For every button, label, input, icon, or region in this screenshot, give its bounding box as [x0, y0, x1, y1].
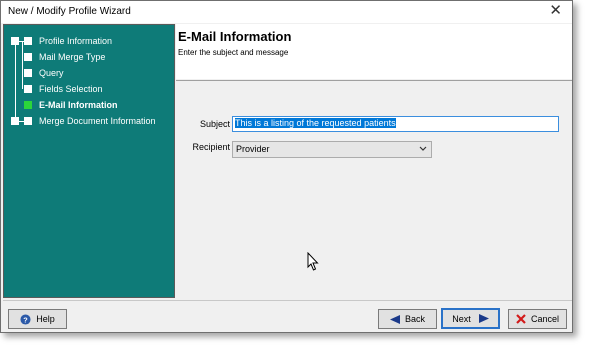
step-email-information[interactable]: E-Mail Information — [39, 100, 118, 110]
cancel-label: Cancel — [530, 314, 559, 324]
subject-value: This is a listing of the requested patie… — [235, 118, 396, 128]
chevron-down-icon[interactable] — [419, 143, 427, 157]
next-button[interactable]: Next — [441, 308, 500, 329]
recipient-label: Recipient — [192, 142, 230, 152]
window-title: New / Modify Profile Wizard — [8, 6, 131, 17]
mouse-cursor-icon — [307, 251, 319, 274]
tree-connector — [22, 41, 23, 89]
help-icon: ? — [20, 313, 31, 325]
wizard-window: New / Modify Profile Wizard ✕ Profile In… — [0, 0, 573, 333]
step-mail-merge-type[interactable]: Mail Merge Type — [39, 52, 105, 62]
recipient-value: Provider — [236, 144, 270, 154]
help-button[interactable]: ? Help — [8, 309, 67, 329]
wizard-steps-sidebar: Profile Information Mail Merge Type Quer… — [3, 24, 175, 298]
step-header: E-Mail Information Enter the subject and… — [176, 24, 572, 79]
back-button[interactable]: Back — [378, 309, 437, 329]
arrow-right-icon — [478, 314, 489, 323]
step-box — [24, 53, 32, 61]
back-label: Back — [404, 314, 425, 324]
help-label: Help — [36, 314, 55, 324]
subject-label: Subject — [199, 119, 230, 129]
tree-connector — [15, 41, 16, 121]
page-title: E-Mail Information — [178, 29, 292, 44]
step-box-active — [24, 101, 32, 109]
step-box — [24, 117, 32, 125]
step-box — [24, 69, 32, 77]
next-label: Next — [452, 313, 471, 324]
step-box — [11, 117, 19, 125]
recipient-select[interactable]: Provider — [232, 141, 432, 158]
close-icon[interactable]: ✕ — [549, 3, 562, 19]
cancel-x-icon — [516, 314, 526, 324]
step-query[interactable]: Query — [39, 68, 64, 78]
step-box — [11, 37, 19, 45]
step-merge-document-information[interactable]: Merge Document Information — [39, 116, 156, 126]
step-box — [24, 37, 32, 45]
cancel-button[interactable]: Cancel — [508, 309, 567, 329]
subject-input[interactable]: This is a listing of the requested patie… — [232, 116, 559, 132]
page-subtitle: Enter the subject and message — [178, 48, 289, 57]
footer-divider — [3, 300, 572, 301]
title-bar: New / Modify Profile Wizard ✕ — [1, 1, 572, 23]
arrow-left-icon — [389, 314, 400, 324]
header-divider — [176, 80, 572, 81]
step-box — [24, 85, 32, 93]
step-profile-information[interactable]: Profile Information — [39, 36, 112, 46]
step-fields-selection[interactable]: Fields Selection — [39, 84, 103, 94]
svg-text:?: ? — [23, 315, 28, 324]
